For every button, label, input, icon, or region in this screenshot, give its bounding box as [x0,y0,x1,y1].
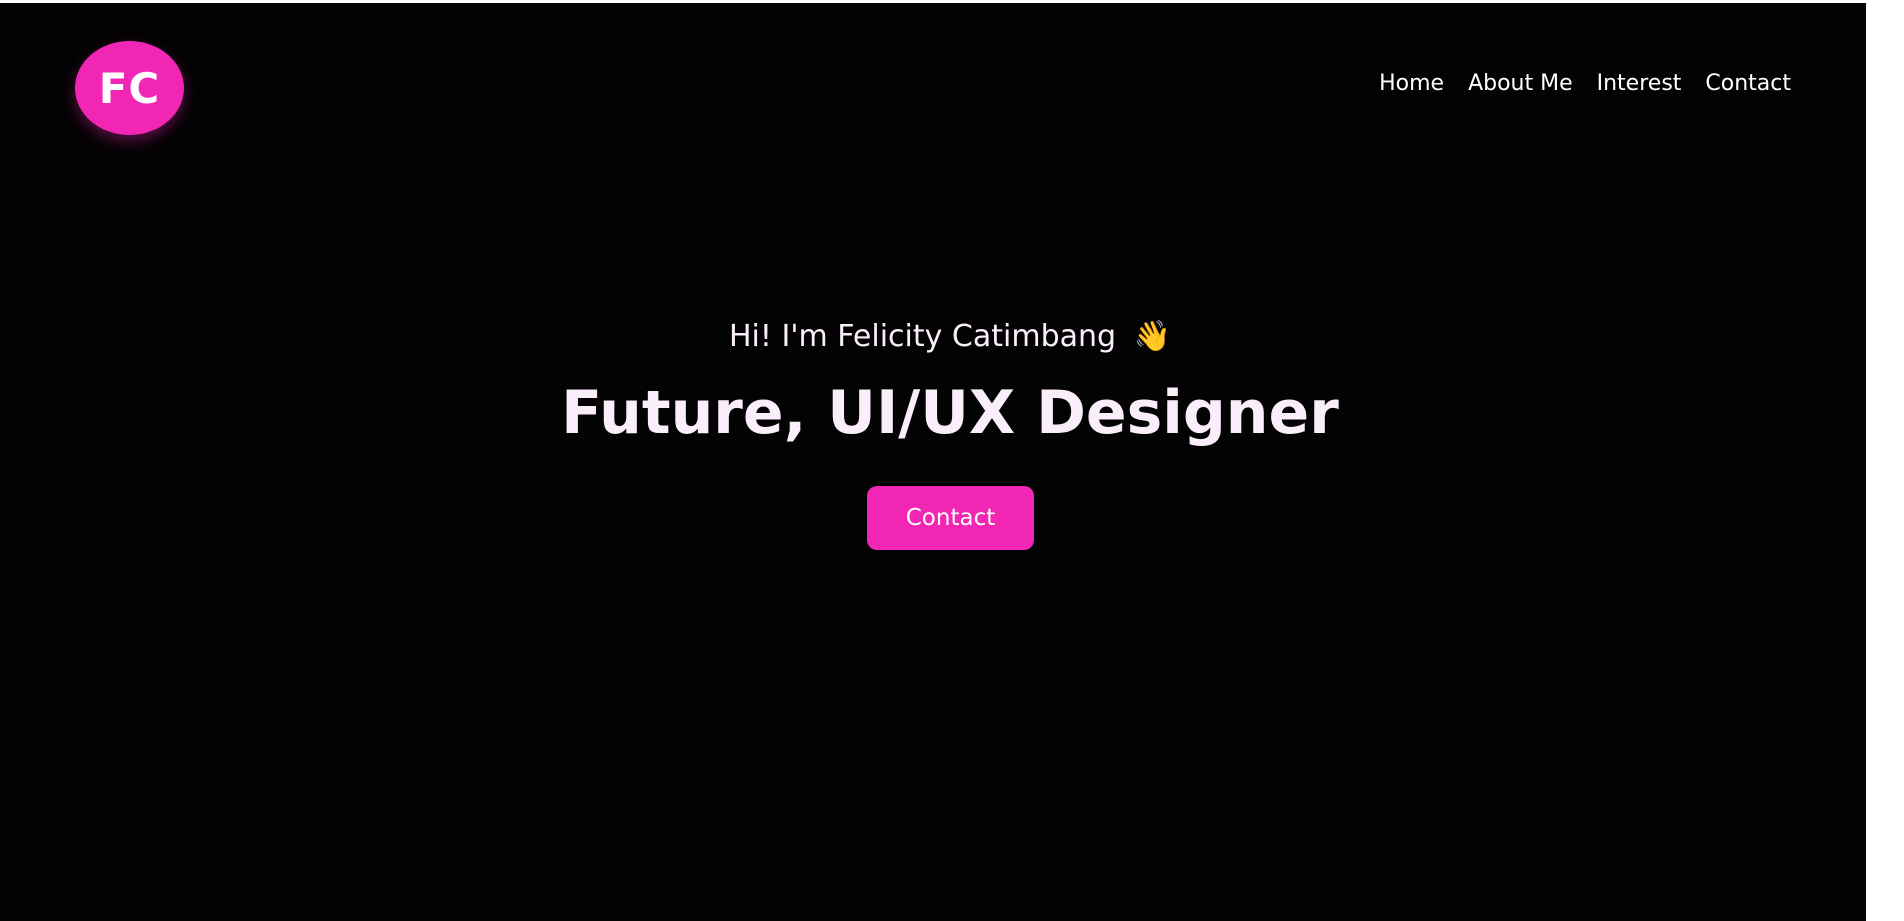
greeting-text: Hi! I'm Felicity Catimbang [729,319,1117,354]
window-right-edge [1866,0,1904,921]
nav-interest-link[interactable]: Interest [1597,71,1682,96]
contact-button-label: Contact [905,505,996,531]
main-nav: Home About Me Interest Contact [1379,71,1791,96]
waving-hand-icon: 👋 [1133,319,1171,354]
nav-contact-link[interactable]: Contact [1705,71,1791,96]
hero-greeting: Hi! I'm Felicity Catimbang 👋 [0,319,1900,354]
contact-button[interactable]: Contact [867,486,1034,550]
logo-text: FC [98,63,161,113]
nav-home-link[interactable]: Home [1379,71,1444,96]
nav-about-me-link[interactable]: About Me [1468,71,1573,96]
hero-title: Future, UI/UX Designer [561,378,1339,448]
logo-badge[interactable]: FC [75,41,184,135]
page: FC Home About Me Interest Contact Hi! I'… [0,3,1866,921]
